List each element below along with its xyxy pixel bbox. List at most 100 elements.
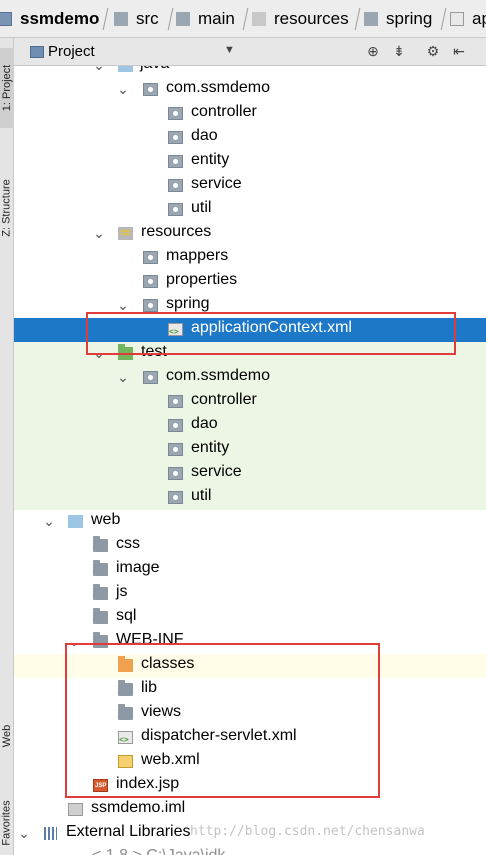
chevron-down-icon[interactable]: ⌄	[116, 81, 130, 98]
tree-item-image[interactable]: image	[14, 558, 486, 582]
breadcrumb-separator	[235, 8, 249, 30]
folder-icon	[93, 584, 108, 600]
tree-item-test-service[interactable]: service	[14, 462, 486, 486]
tree-item-css[interactable]: css	[14, 534, 486, 558]
tree-item-lib[interactable]: lib	[14, 678, 486, 702]
breadcrumb-item-ssmdemo[interactable]: ssmdemo	[0, 0, 99, 37]
breadcrumb-item-src[interactable]: src	[114, 0, 159, 37]
tree-item-index-jsp[interactable]: index.jsp	[14, 774, 486, 798]
chevron-down-icon[interactable]: ⌄	[67, 633, 81, 650]
tree-item-java[interactable]: ⌄ java	[14, 66, 486, 78]
project-tree: ⌄ java ⌄ com.ssmdemo controller dao enti…	[14, 66, 486, 855]
tree-item-util[interactable]: util	[14, 198, 486, 222]
folder-icon	[93, 536, 108, 552]
jsp-file-icon	[93, 779, 108, 792]
tree-item-mappers[interactable]: mappers	[14, 246, 486, 270]
package-icon	[168, 179, 183, 192]
chevron-down-icon[interactable]: ⌄	[116, 369, 130, 386]
tree-item-dispatcher-servlet-xml[interactable]: dispatcher-servlet.xml	[14, 726, 486, 750]
package-icon	[168, 467, 183, 480]
tree-item-js[interactable]: js	[14, 582, 486, 606]
tree-item-test-entity[interactable]: entity	[14, 438, 486, 462]
folder-icon	[118, 680, 133, 696]
tree-item-resources[interactable]: ⌄ resources	[14, 222, 486, 246]
watermark: http://blog.csdn.net/chensanwa	[190, 824, 425, 839]
breadcrumb-item-resources[interactable]: resources	[252, 0, 349, 37]
package-icon	[143, 83, 158, 96]
tab-favorites[interactable]: Favorites	[0, 786, 14, 855]
xml-file-icon	[118, 731, 133, 744]
output-folder-icon	[118, 656, 133, 672]
tree-item-controller[interactable]: controller	[14, 102, 486, 126]
package-icon	[168, 131, 183, 144]
chevron-down-icon[interactable]: ⌄	[116, 297, 130, 314]
tree-item-classes[interactable]: classes	[14, 654, 486, 678]
folder-icon	[114, 12, 128, 26]
chevron-down-icon[interactable]: ⌄	[92, 225, 106, 242]
breadcrumb-separator	[433, 8, 447, 30]
chevron-down-icon[interactable]: ⌄	[17, 825, 31, 842]
tree-item-test-package[interactable]: ⌄ com.ssmdemo	[14, 366, 486, 390]
resources-folder-icon	[252, 12, 266, 26]
folder-icon	[93, 632, 108, 648]
tree-item-spring[interactable]: ⌄ spring	[14, 294, 486, 318]
gear-icon[interactable]: ⚙	[424, 43, 442, 60]
tree-item-dao[interactable]: dao	[14, 126, 486, 150]
library-icon	[43, 827, 58, 840]
tree-item-views[interactable]: views	[14, 702, 486, 726]
package-icon	[168, 395, 183, 408]
crosshair-icon[interactable]: ⊕	[364, 43, 382, 60]
tree-item-ssmdemo-iml[interactable]: ssmdemo.iml	[14, 798, 486, 822]
tree-item-web-inf[interactable]: ⌄ WEB-INF	[14, 630, 486, 654]
breadcrumb-separator	[160, 8, 174, 30]
tree-item-test[interactable]: ⌄ test	[14, 342, 486, 366]
chevron-down-icon[interactable]: ⌄	[92, 345, 106, 362]
xml-file-icon	[168, 323, 183, 336]
package-icon	[168, 419, 183, 432]
test-folder-icon	[118, 344, 133, 360]
tree-item-jdk-partial[interactable]: < 1.8 > C:\Java\jdk	[14, 846, 486, 855]
package-icon	[168, 491, 183, 504]
navigation-breadcrumb: ssmdemo src main resources spring ap	[0, 0, 486, 38]
tree-item-applicationcontext-xml[interactable]: applicationContext.xml	[14, 318, 486, 342]
folder-icon	[118, 704, 133, 720]
tree-item-service[interactable]: service	[14, 174, 486, 198]
tree-item-test-dao[interactable]: dao	[14, 414, 486, 438]
breadcrumb-item-main[interactable]: main	[176, 0, 235, 37]
hide-icon[interactable]: ⇤	[450, 43, 468, 60]
package-icon	[143, 299, 158, 312]
tree-item-web-xml[interactable]: web.xml	[14, 750, 486, 774]
package-icon	[168, 107, 183, 120]
tree-item-package[interactable]: ⌄ com.ssmdemo	[14, 78, 486, 102]
tab-project[interactable]: 1: Project	[0, 48, 14, 128]
tree-item-entity[interactable]: entity	[14, 150, 486, 174]
folder-icon	[93, 560, 108, 576]
folder-icon	[176, 12, 190, 26]
collapse-icon[interactable]: ⇟	[390, 43, 408, 60]
project-icon	[30, 46, 44, 58]
tab-web[interactable]: Web	[0, 708, 14, 764]
resources-folder-icon	[118, 227, 133, 240]
breadcrumb-item-applicationcontext[interactable]: ap	[450, 0, 486, 37]
chevron-down-icon[interactable]: ⌄	[42, 513, 56, 530]
project-folder-icon	[0, 12, 12, 26]
chevron-down-icon[interactable]: ⌄	[92, 66, 106, 74]
package-icon	[143, 275, 158, 288]
tree-item-test-util[interactable]: util	[14, 486, 486, 510]
tab-structure[interactable]: Z: Structure	[0, 156, 14, 260]
tree-item-test-controller[interactable]: controller	[14, 390, 486, 414]
folder-icon	[364, 12, 378, 26]
package-icon	[143, 371, 158, 384]
xml-file-icon	[450, 12, 464, 26]
tree-item-web[interactable]: ⌄ web	[14, 510, 486, 534]
module-file-icon	[68, 803, 83, 816]
breadcrumb-item-spring[interactable]: spring	[364, 0, 432, 37]
source-folder-icon	[118, 66, 133, 72]
tree-item-sql[interactable]: sql	[14, 606, 486, 630]
left-tool-window-strip: 1: Project Z: Structure Web Favorites	[0, 38, 14, 855]
view-dropdown-chevron-icon[interactable]: ▼	[224, 44, 235, 56]
breadcrumb-separator	[347, 8, 361, 30]
tree-item-properties[interactable]: properties	[14, 270, 486, 294]
package-icon	[168, 155, 183, 168]
project-panel-title: Project	[48, 43, 95, 60]
